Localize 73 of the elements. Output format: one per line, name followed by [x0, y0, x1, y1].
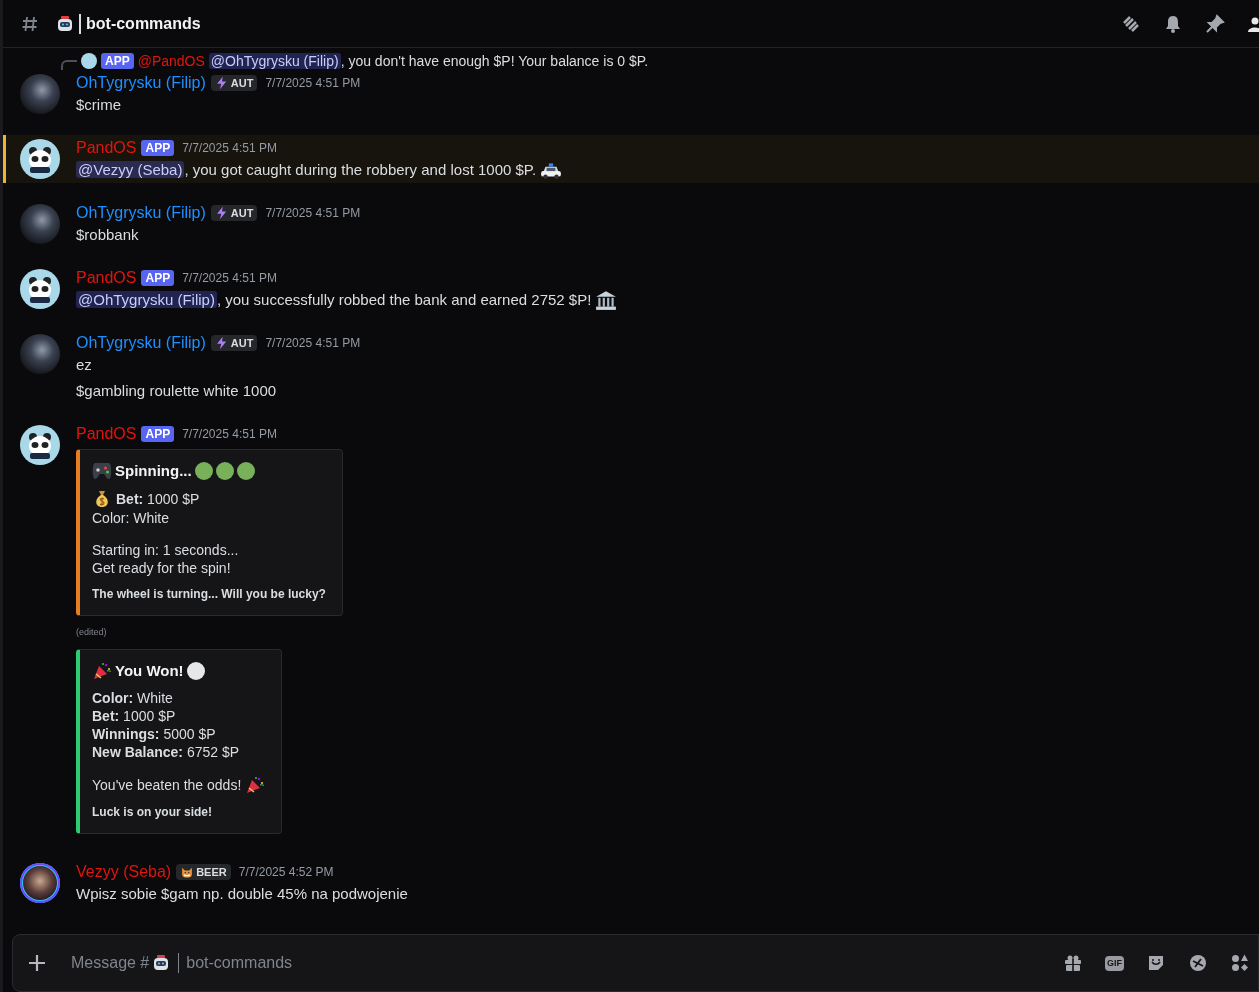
timestamp: 7/7/2025 4:52 PM	[238, 863, 334, 881]
message-field[interactable]: Message # bot-commands	[71, 951, 293, 975]
party-popper-icon	[92, 661, 112, 682]
bell-icon[interactable]	[1163, 13, 1183, 34]
avatar-photo[interactable]	[20, 862, 60, 903]
channel-name: bot-commands	[86, 13, 201, 34]
message-text: $crime	[76, 95, 121, 115]
message-text: $robbank	[76, 225, 139, 245]
mention-link[interactable]: @OhTygrysku (Filip)	[208, 53, 341, 69]
party-popper-icon	[245, 774, 266, 795]
game-controller-icon	[92, 461, 112, 482]
mention-link[interactable]: @Vezyy (Seba)	[76, 161, 185, 178]
add-icon[interactable]	[27, 953, 47, 973]
reply-author[interactable]: @PandOS	[137, 52, 205, 70]
message-text: @OhTygrysku (Filip), you successfully robbed the bank and earned 2752 $P!	[76, 290, 592, 310]
embed-text: Starting in: 1 seconds...	[92, 540, 239, 559]
bot-avatar[interactable]	[20, 139, 60, 179]
embed-text: Color: White	[92, 508, 170, 527]
app-badge: APP	[141, 426, 175, 442]
embed-text: New Balance: 6752 $P	[92, 742, 240, 761]
timestamp: 7/7/2025 4:51 PM	[182, 426, 277, 443]
bot-avatar[interactable]	[20, 425, 60, 465]
avatar-photo[interactable]	[20, 204, 60, 244]
username[interactable]: PandOS	[76, 267, 137, 289]
server-tag: AUT	[210, 75, 258, 91]
message-text: ez	[76, 355, 92, 375]
robot-icon	[55, 13, 75, 34]
reply-line	[61, 60, 77, 70]
embed-text: Bet: 1000 $P	[92, 706, 176, 725]
timestamp: 7/7/2025 4:51 PM	[265, 205, 361, 222]
app-badge: APP	[101, 53, 134, 69]
edited-label: (edited)	[76, 625, 108, 639]
bot-avatar[interactable]	[20, 269, 60, 309]
bank-building-icon	[595, 289, 618, 311]
server-tag: AUT	[210, 335, 258, 351]
timestamp: 7/7/2025 4:51 PM	[182, 270, 277, 287]
avatar	[81, 53, 97, 69]
username[interactable]: PandOS	[76, 423, 137, 445]
pin-icon[interactable]	[1205, 13, 1225, 34]
mention-link[interactable]: @OhTygrysku (Filip)	[76, 291, 217, 308]
apps-icon[interactable]	[1230, 953, 1250, 973]
username[interactable]: OhTygrysku (Filip)	[76, 202, 206, 224]
message-text: @Vezyy (Seba), you got caught during the robbery and lost 1000 $P.	[76, 160, 537, 180]
username[interactable]: PandOS	[76, 137, 137, 159]
gift-icon[interactable]	[1063, 953, 1083, 973]
embed-text: Color: White	[92, 688, 173, 707]
timestamp: 7/7/2025 4:51 PM	[265, 75, 361, 92]
avatar-photo[interactable]	[20, 334, 60, 374]
timestamp: 7/7/2025 4:51 PM	[265, 335, 361, 352]
gif-button[interactable]: GIF	[1105, 955, 1124, 971]
server-tag: AUT	[210, 205, 258, 221]
username[interactable]: OhTygrysku (Filip)	[76, 332, 206, 354]
app-badge: APP	[141, 270, 175, 286]
username[interactable]: Vezyy (Seba)	[76, 860, 172, 883]
hash-icon	[21, 14, 39, 33]
avatar-photo[interactable]	[20, 74, 60, 114]
embed-title: You Won!	[115, 661, 184, 681]
username[interactable]: OhTygrysku (Filip)	[76, 72, 206, 94]
app-badge: APP	[141, 140, 175, 156]
server-tag: BEER	[176, 863, 231, 880]
embed-footer: The wheel is turning... Will you be lucky?	[92, 584, 326, 603]
timestamp: 7/7/2025 4:51 PM	[182, 140, 277, 157]
embed-text: Bet: 1000 $P	[116, 489, 200, 508]
embed-text: Get ready for the spin!	[92, 558, 231, 577]
reply-text: @OhTygrysku (Filip), you don't have enough $P! Your balance is 0 $P.	[208, 52, 649, 70]
sticker-icon[interactable]	[1146, 953, 1166, 973]
embed-footer: Luck is on your side!	[92, 802, 266, 821]
embed-title: Spinning...	[115, 461, 192, 481]
embed-text: You've beaten the odds!	[92, 775, 242, 794]
message-text: $gambling roulette white 1000	[76, 381, 277, 401]
threads-icon[interactable]	[1121, 13, 1141, 34]
embed-text: Winnings: 5000 $P	[92, 724, 216, 743]
message-text: Wpisz sobie $gam np. double 45% na podwojenie	[76, 883, 408, 904]
